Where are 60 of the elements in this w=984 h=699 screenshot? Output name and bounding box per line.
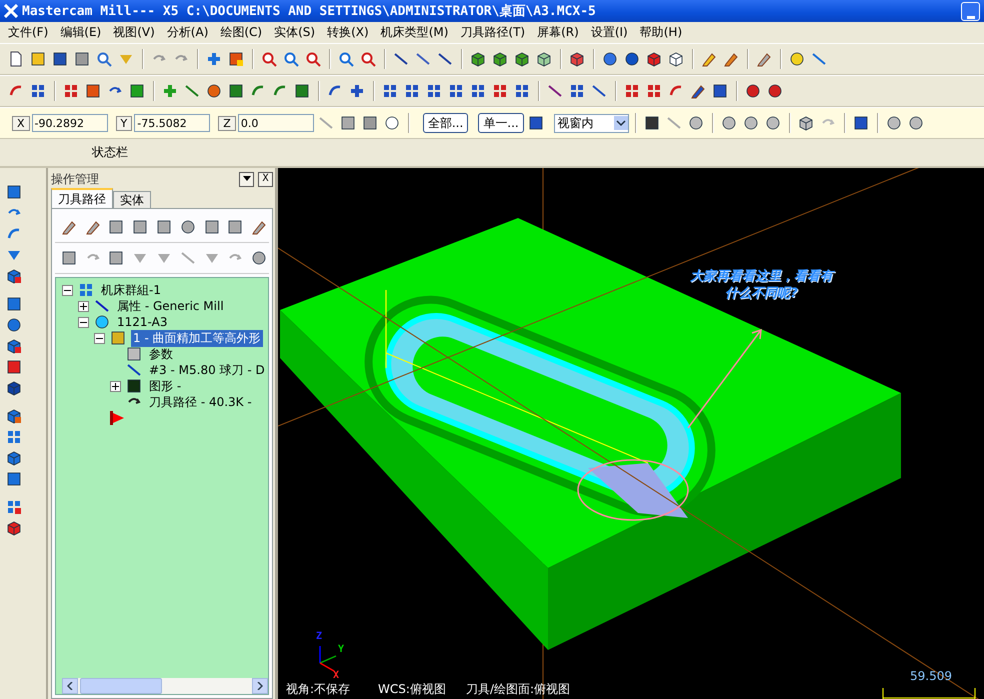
select-button[interactable]: 全部... [422,113,468,133]
axis-label: Z [316,631,322,642]
window-title: Mastercam Mill--- X5 C:\DOCUMENTS AND SETTINGS\ADMINISTRATOR\桌面\A3.MCX-5 [22,3,597,20]
coordinate-field[interactable]: -90.2892 [32,114,108,132]
menu-item[interactable]: 实体(S) [268,24,322,41]
chevron-left-icon [67,682,73,690]
view-status-text: 刀具/绘图面:俯视图 [466,681,570,698]
axis-triad-icon [319,646,336,672]
menu-item[interactable]: 分析(A) [160,24,214,41]
coordinate-field[interactable]: -75.5082 [134,114,210,132]
panel-title: 操作管理 [51,170,99,188]
tree-item[interactable]: 属性 - Generic Mill [115,298,226,314]
coordinate-label: Z [218,116,236,130]
scrollbar-thumb[interactable] [80,678,162,694]
menu-item[interactable]: 屏幕(R) [531,24,585,41]
scale-value: 59.509 [910,669,952,683]
minimize-icon [966,14,974,20]
panel-menu-button[interactable] [239,172,254,186]
menu-item[interactable]: 帮助(H) [634,24,688,41]
menu-item[interactable]: 机床类型(M) [374,24,454,41]
panel-tab[interactable]: 刀具路径 [51,188,113,208]
select-button[interactable]: 单一... [478,113,524,133]
view-status-text: 视角:不保存 [286,681,350,698]
axis-label: X [333,670,340,681]
axis-label: Y [338,644,344,655]
panel-close-button[interactable]: X [258,172,273,186]
menu-item[interactable]: 转换(X) [321,24,375,41]
tree-item[interactable]: 参数 [147,346,175,362]
scroll-left-button[interactable] [62,678,78,694]
menu-item[interactable]: 设置(I) [584,24,634,41]
expand-icon[interactable] [78,300,89,312]
collapse-icon[interactable] [78,316,89,328]
caret-icon [242,176,250,181]
collapse-icon[interactable] [62,284,73,296]
tree-item[interactable]: #3 - M5.80 球刀 - D [147,362,267,378]
tree-item[interactable]: 1121-A3 [115,315,170,329]
tree-item[interactable]: 图形 - [147,378,184,394]
menu-item[interactable]: 刀具路径(T) [454,24,532,41]
menu-item[interactable]: 编辑(E) [54,24,108,41]
coordinate-field[interactable]: 0.0 [238,114,314,132]
coordinate-label: X [12,116,30,130]
coordinate-label: Y [116,116,132,130]
chevron-right-icon [257,682,263,690]
view-status-text: WCS:俯视图 [378,681,446,698]
tree-item[interactable]: 刀具路径 - 40.3K - [147,394,254,410]
menu-item[interactable]: 文件(F) [2,24,54,41]
collapse-icon[interactable] [94,332,105,344]
status-label: 状态栏 [92,144,128,161]
expand-icon[interactable] [110,380,121,392]
minimize-button[interactable] [961,2,980,20]
selection-mode-dropdown[interactable]: 视窗内 [554,114,629,132]
tree-item[interactable]: 1 - 曲面精加工等高外形 [131,330,263,346]
menu-item[interactable]: 视图(V) [107,24,161,41]
tree-item[interactable]: 机床群組-1 [99,282,163,298]
annotation-text: 大家再看看这里，看看有 什么不同呢? [690,268,833,302]
menu-item[interactable]: 绘图(C) [214,24,268,41]
insert-arrow-icon [110,411,124,425]
panel-tab[interactable]: 实体 [113,191,151,208]
app-logo-icon [4,4,18,18]
scroll-right-button[interactable] [252,678,268,694]
